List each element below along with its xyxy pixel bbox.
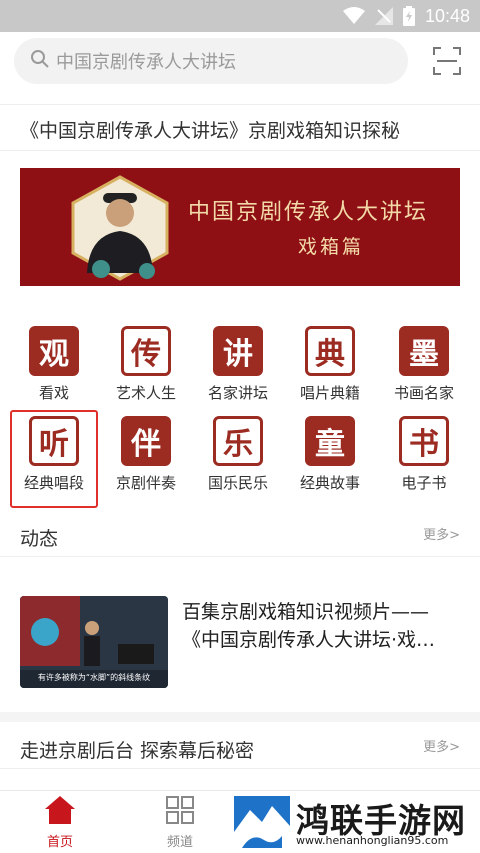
- status-bar: 10:48: [0, 0, 480, 32]
- search-placeholder: 中国京剧传承人大讲坛: [56, 52, 236, 73]
- category-jingdian-gushi[interactable]: 童 经典故事: [286, 412, 374, 504]
- category-guoyue-minyue[interactable]: 乐 国乐民乐: [194, 412, 282, 504]
- category-label: 京剧伴奏: [115, 474, 176, 492]
- tab-channel[interactable]: 频道: [120, 795, 240, 850]
- tab-label: 首页: [46, 835, 73, 850]
- section-title-backstage: 走进京剧后台 探索幕后秘密: [20, 740, 255, 762]
- search-icon: [30, 49, 56, 74]
- watermark-logo: [234, 796, 290, 848]
- kanxi-icon: 观: [29, 326, 79, 376]
- category-changpian-dianji[interactable]: 典 唱片典籍: [286, 322, 374, 414]
- banner-portrait: [71, 175, 169, 281]
- headline-link[interactable]: 《中国京剧传承人大讲坛》京剧戏箱知识探秘: [20, 116, 400, 143]
- shuhua-mingjia-icon: 墨: [399, 326, 449, 376]
- banner[interactable]: 中国京剧传承人大讲坛 戏箱篇: [20, 168, 460, 286]
- jingdian-changduan-icon: 听: [29, 416, 79, 466]
- thumbnail-caption: 有许多被称为“水脚”的斜线条纹: [37, 673, 151, 682]
- scan-icon[interactable]: [432, 46, 462, 76]
- category-mingjia-jiangtan[interactable]: 讲 名家讲坛: [194, 322, 282, 414]
- tab-home[interactable]: 首页: [0, 795, 120, 850]
- news-title[interactable]: 百集京剧戏箱知识视频片——《中国京剧传承人大讲坛·戏…: [182, 598, 464, 654]
- divider: [0, 150, 480, 151]
- banner-subtitle: 戏箱篇: [298, 236, 365, 258]
- category-label: 艺术人生: [115, 384, 176, 402]
- category-label: 名家讲坛: [207, 384, 268, 402]
- jingdian-gushi-icon: 童: [305, 416, 355, 466]
- changpian-dianji-icon: 典: [305, 326, 355, 376]
- category-label: 经典故事: [299, 474, 360, 492]
- watermark-url: www.henanhonglian95.com: [296, 834, 449, 847]
- divider: [0, 556, 480, 557]
- jingju-banzou-icon: 伴: [121, 416, 171, 466]
- category-label: 唱片典籍: [299, 384, 360, 402]
- backstage-more-link[interactable]: 更多>: [423, 736, 460, 755]
- category-yishu-rensheng[interactable]: 传 艺术人生: [102, 322, 190, 414]
- category-label: 国乐民乐: [207, 474, 268, 492]
- section-gap: [0, 712, 480, 722]
- category-jingdian-changduan[interactable]: 听 经典唱段: [10, 410, 98, 508]
- wifi-icon: [342, 7, 365, 25]
- category-dianzishu[interactable]: 书 电子书: [380, 412, 468, 504]
- mingjia-jiangtan-icon: 讲: [213, 326, 263, 376]
- battery-icon: [402, 6, 415, 26]
- home-icon: [44, 796, 76, 829]
- dynamics-more-link[interactable]: 更多>: [423, 524, 460, 543]
- dianzishu-icon: 书: [399, 416, 449, 466]
- category-label: 电子书: [401, 474, 447, 492]
- category-jingju-banzou[interactable]: 伴 京剧伴奏: [102, 412, 190, 504]
- signal-icon: [374, 7, 393, 25]
- yishu-rensheng-icon: 传: [121, 326, 171, 376]
- category-kanxi[interactable]: 观 看戏: [10, 322, 98, 414]
- divider: [0, 768, 480, 769]
- search-input[interactable]: 中国京剧传承人大讲坛: [14, 38, 408, 84]
- category-label: 经典唱段: [23, 474, 84, 492]
- watermark: 鸿联手游网 www.henanhonglian95.com: [232, 792, 480, 853]
- guoyue-minyue-icon: 乐: [213, 416, 263, 466]
- category-label: 看戏: [38, 384, 69, 402]
- section-title-dynamics: 动态: [20, 528, 59, 550]
- grid-icon: [165, 796, 195, 829]
- category-shuhua-mingjia[interactable]: 墨 书画名家: [380, 322, 468, 414]
- divider: [0, 104, 480, 105]
- search-row: 中国京剧传承人大讲坛: [0, 32, 480, 104]
- category-label: 书画名家: [393, 384, 454, 402]
- tab-label: 频道: [166, 835, 193, 850]
- news-thumbnail[interactable]: 有许多被称为“水脚”的斜线条纹: [20, 596, 168, 688]
- banner-title: 中国京剧传承人大讲坛: [188, 200, 429, 225]
- status-time: 10:48: [424, 5, 470, 26]
